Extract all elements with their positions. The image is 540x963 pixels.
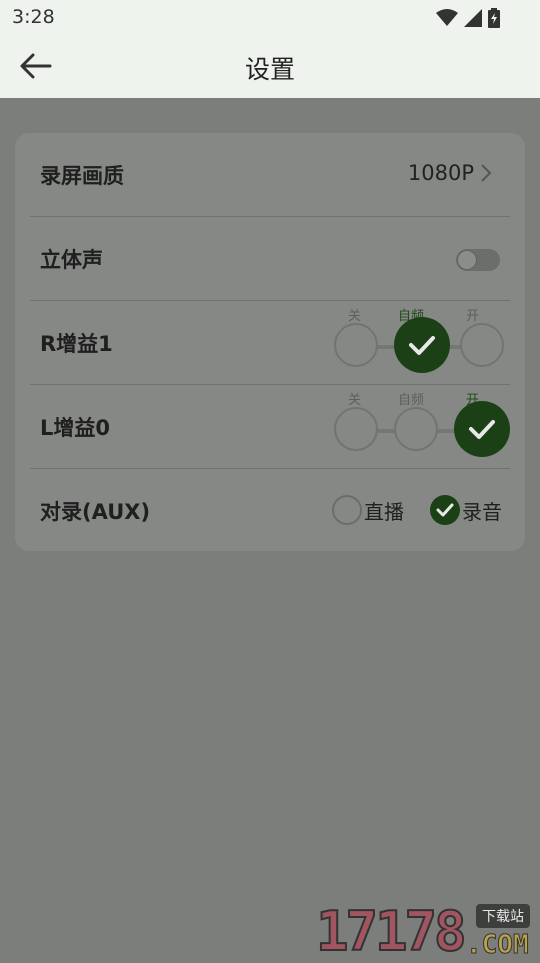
l-gain-slider[interactable]: 关 自频 开 xyxy=(334,393,510,457)
r-gain-caption-on: 开 xyxy=(466,309,480,324)
battery-charging-icon xyxy=(488,8,500,28)
aux-option-live[interactable]: 直播 xyxy=(332,495,404,525)
stereo-toggle[interactable] xyxy=(456,249,500,271)
r-gain-caption-off: 关 xyxy=(348,309,362,324)
r-gain-node-on[interactable] xyxy=(460,323,504,367)
aux-option-record[interactable]: 录音 xyxy=(430,495,502,525)
app-bar: 设置 xyxy=(0,36,540,98)
signal-icon xyxy=(464,9,482,27)
site-watermark-logo: 17178 下载站 .COM xyxy=(315,899,540,963)
status-bar: 3:28 xyxy=(0,0,540,36)
page-title: 设置 xyxy=(244,55,295,84)
aux-option-live-label: 直播 xyxy=(364,499,404,524)
l-gain-node-off[interactable] xyxy=(334,407,378,451)
check-icon xyxy=(469,420,495,439)
check-icon xyxy=(436,503,454,517)
watermark-domain: .COM xyxy=(466,930,530,961)
quality-row[interactable]: 录屏画质 1080P xyxy=(30,133,510,217)
status-icons xyxy=(436,8,500,28)
l-gain-caption-auto: 自频 xyxy=(398,393,425,408)
quality-label: 录屏画质 xyxy=(40,164,124,188)
chevron-right-icon xyxy=(481,164,492,182)
r-gain-node-auto[interactable] xyxy=(394,317,450,373)
l-gain-label: L增益0 xyxy=(40,416,110,440)
radio-unchecked[interactable] xyxy=(332,495,362,525)
check-icon xyxy=(409,336,435,355)
r-gain-node-off[interactable] xyxy=(334,323,378,367)
r-gain-label: R增益1 xyxy=(40,332,113,356)
settings-card: 录屏画质 1080P 立体声 R增益1 关 自频 开 L增益0 关 自频 开 对… xyxy=(15,133,525,551)
toggle-thumb xyxy=(457,250,477,270)
watermark-badge: 下载站 xyxy=(476,904,530,928)
l-gain-caption-off: 关 xyxy=(348,393,362,408)
l-gain-node-on[interactable] xyxy=(454,401,510,457)
r-gain-slider[interactable]: 关 自频 开 xyxy=(334,309,510,373)
wifi-icon xyxy=(436,9,458,26)
aux-row: 对录(AUX) 直播 录音 xyxy=(30,469,510,553)
radio-checked[interactable] xyxy=(430,495,460,525)
status-time: 3:28 xyxy=(12,6,55,28)
aux-label: 对录(AUX) xyxy=(40,500,151,524)
l-gain-node-auto[interactable] xyxy=(394,407,438,451)
watermark-digits: 17178 xyxy=(315,899,468,963)
aux-option-record-label: 录音 xyxy=(462,499,502,524)
quality-value: 1080P xyxy=(407,161,474,185)
stereo-label: 立体声 xyxy=(40,248,103,272)
stereo-row: 立体声 xyxy=(30,217,510,301)
l-gain-row: L增益0 关 自频 开 xyxy=(30,385,510,469)
r-gain-row: R增益1 关 自频 开 xyxy=(30,301,510,385)
aux-radio-group: 直播 录音 xyxy=(332,495,502,525)
